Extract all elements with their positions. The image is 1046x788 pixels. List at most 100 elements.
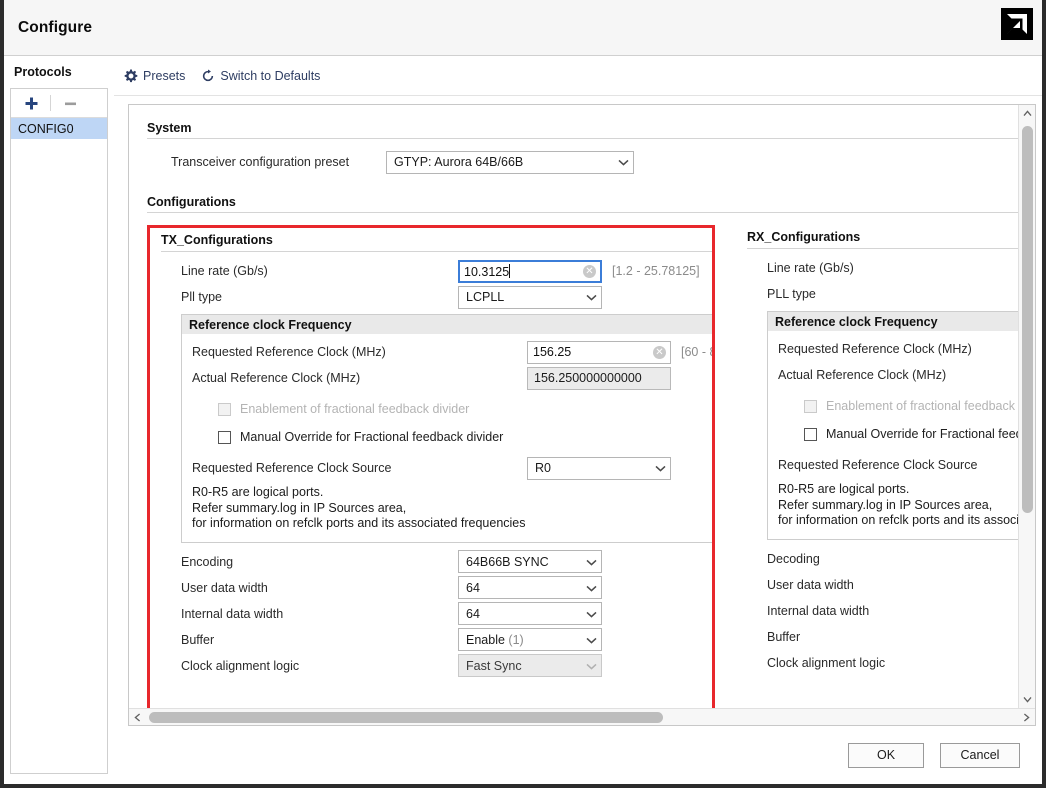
rx-decoding-row: Decoding	[767, 546, 1018, 572]
presets-button[interactable]: Presets	[124, 69, 185, 83]
tx-requested-refclk-value: 156.25	[533, 345, 653, 359]
tx-refclk-help-text: R0-R5 are logical ports. Refer summary.l…	[192, 485, 715, 532]
vertical-scrollbar[interactable]	[1018, 105, 1035, 708]
tx-line-rate-row: Line rate (Gb/s) 10.3125 ✕ [1.2 - 25.781…	[181, 258, 715, 284]
minus-icon[interactable]	[57, 92, 83, 115]
rx-refclk-help-text: R0-R5 are logical ports. Refer summary.l…	[778, 482, 1018, 529]
dialog-body: Protocols	[4, 56, 1042, 784]
chevron-down-icon	[618, 155, 629, 169]
tx-refclk-group-title: Reference clock Frequency	[189, 318, 715, 332]
switch-to-defaults-button[interactable]: Switch to Defaults	[201, 69, 320, 83]
rx-frac-enable-checkbox	[804, 400, 817, 413]
tx-manual-override-checkbox[interactable]	[218, 431, 231, 444]
horizontal-scroll-track[interactable]	[146, 709, 1018, 726]
rx-refclk-group-header: Reference clock Frequency	[768, 312, 1018, 331]
rx-manual-override-label: Manual Override for Fractional feedback …	[826, 427, 1018, 441]
tx-actual-refclk-label: Actual Reference Clock (MHz)	[192, 371, 527, 385]
rx-actual-refclk-label: Actual Reference Clock (MHz)	[778, 368, 1018, 382]
tx-buffer-suffix: (1)	[508, 633, 523, 647]
rx-clock-alignment-row: Clock alignment logic	[767, 650, 1018, 676]
tx-encoding-select[interactable]: 64B66B SYNC	[458, 550, 602, 573]
tx-pll-type-select[interactable]: LCPLL	[458, 286, 602, 309]
gear-icon	[124, 69, 138, 83]
tx-buffer-label: Buffer	[181, 633, 458, 647]
chevron-down-icon	[586, 659, 597, 673]
scroll-right-button[interactable]	[1018, 709, 1035, 726]
page-title: Configure	[18, 19, 92, 37]
protocols-list[interactable]: CONFIG0	[11, 118, 107, 773]
tx-clock-source-value: R0	[535, 461, 651, 475]
rx-pll-type-label: PLL type	[767, 287, 1018, 301]
tx-user-data-width-value: 64	[466, 581, 582, 595]
rx-user-data-width-row: User data width	[767, 572, 1018, 598]
rx-panel-title: RX_Configurations	[747, 230, 1018, 244]
ok-button[interactable]: OK	[848, 743, 924, 768]
scroll-down-button[interactable]	[1019, 691, 1036, 708]
horizontal-scrollbar[interactable]	[129, 708, 1035, 725]
clear-circle-icon[interactable]: ✕	[583, 265, 596, 278]
tx-frac-enable-checkbox	[218, 403, 231, 416]
tx-line-rate-input[interactable]: 10.3125 ✕	[458, 260, 602, 283]
tx-user-data-width-select[interactable]: 64	[458, 576, 602, 599]
tx-encoding-value: 64B66B SYNC	[466, 555, 582, 569]
tx-manual-override-label: Manual Override for Fractional feedback …	[240, 430, 503, 444]
amd-logo	[1001, 8, 1033, 40]
transceiver-preset-select[interactable]: GTYP: Aurora 64B/66B	[386, 151, 634, 174]
panel-divider	[747, 248, 1018, 249]
tx-requested-refclk-input[interactable]: 156.25 ✕	[527, 341, 671, 364]
list-item-config0[interactable]: CONFIG0	[11, 118, 107, 139]
vertical-scroll-thumb[interactable]	[1022, 126, 1033, 513]
tx-pll-type-row: Pll type LCPLL	[181, 284, 715, 310]
clear-circle-icon[interactable]: ✕	[653, 346, 666, 359]
plus-icon[interactable]	[18, 92, 44, 115]
tx-buffer-value: Enable	[466, 633, 505, 647]
tx-refclk-group: Reference clock Frequency	[181, 314, 715, 543]
rx-manual-override-checkbox[interactable]	[804, 428, 817, 441]
scroll-up-button[interactable]	[1019, 105, 1036, 122]
rx-refclk-group: Reference clock Frequency	[767, 311, 1018, 540]
tx-encoding-label: Encoding	[181, 555, 458, 569]
tx-panel-title: TX_Configurations	[161, 233, 715, 247]
tx-buffer-select[interactable]: Enable (1)	[458, 628, 602, 651]
tx-configurations-panel: TX_Configurations Line rate (Gb/s) 10.31…	[147, 225, 715, 679]
rx-frac-enable-row: Enablement of fractional feedback divide…	[804, 392, 1018, 420]
scroll-left-button[interactable]	[129, 709, 146, 726]
tx-pll-type-value: LCPLL	[466, 290, 582, 304]
tx-frac-enable-row: Enablement of fractional feedback divide…	[218, 395, 715, 423]
tx-refclk-group-header: Reference clock Frequency	[182, 315, 715, 334]
cancel-button[interactable]: Cancel	[940, 743, 1020, 768]
tx-encoding-row: Encoding 64B66B SYNC	[181, 549, 715, 575]
tx-line-rate-range: [1.2 - 25.78125]	[612, 264, 700, 278]
protocols-toolbar	[11, 89, 107, 118]
tx-actual-refclk-row: Actual Reference Clock (MHz) 156.2500000…	[192, 365, 715, 391]
tx-user-data-width-label: User data width	[181, 581, 458, 595]
tx-requested-refclk-label: Requested Reference Clock (MHz)	[192, 345, 527, 359]
rx-refclk-group-title: Reference clock Frequency	[775, 315, 1018, 329]
protocols-header: Protocols	[4, 56, 114, 88]
rx-internal-data-width-row: Internal data width	[767, 598, 1018, 624]
transceiver-preset-row: Transceiver configuration preset GTYP: A…	[171, 149, 1018, 175]
rx-clock-source-label: Requested Reference Clock Source	[778, 458, 1018, 472]
content-toolbar: Presets Switch to Defaults	[114, 56, 1042, 96]
vertical-scroll-track[interactable]	[1019, 122, 1036, 691]
rx-requested-refclk-label: Requested Reference Clock (MHz)	[778, 342, 1018, 356]
chevron-down-icon	[586, 581, 597, 595]
dialog-footer: OK Cancel	[114, 726, 1042, 784]
tx-frac-enable-label: Enablement of fractional feedback divide…	[240, 402, 469, 416]
rx-decoding-label: Decoding	[767, 552, 1018, 566]
tx-internal-data-width-label: Internal data width	[181, 607, 458, 621]
horizontal-scroll-thumb[interactable]	[149, 712, 663, 723]
presets-label: Presets	[143, 69, 185, 83]
settings-canvas: System Transceiver configuration preset …	[129, 105, 1018, 708]
tx-clock-alignment-select: Fast Sync	[458, 654, 602, 677]
switch-to-defaults-label: Switch to Defaults	[220, 69, 320, 83]
rx-frac-enable-label: Enablement of fractional feedback divide…	[826, 399, 1018, 413]
tx-requested-refclk-range: [60 - 820]	[681, 345, 715, 359]
rx-internal-data-width-label: Internal data width	[767, 604, 1018, 618]
protocols-pane: Protocols	[4, 56, 114, 784]
tx-clock-source-select[interactable]: R0	[527, 457, 671, 480]
rx-manual-override-row: Manual Override for Fractional feedback …	[804, 420, 1018, 448]
tx-internal-data-width-select[interactable]: 64	[458, 602, 602, 625]
rx-requested-refclk-row: Requested Reference Clock (MHz)	[778, 336, 1018, 362]
list-item-label: CONFIG0	[18, 122, 74, 136]
